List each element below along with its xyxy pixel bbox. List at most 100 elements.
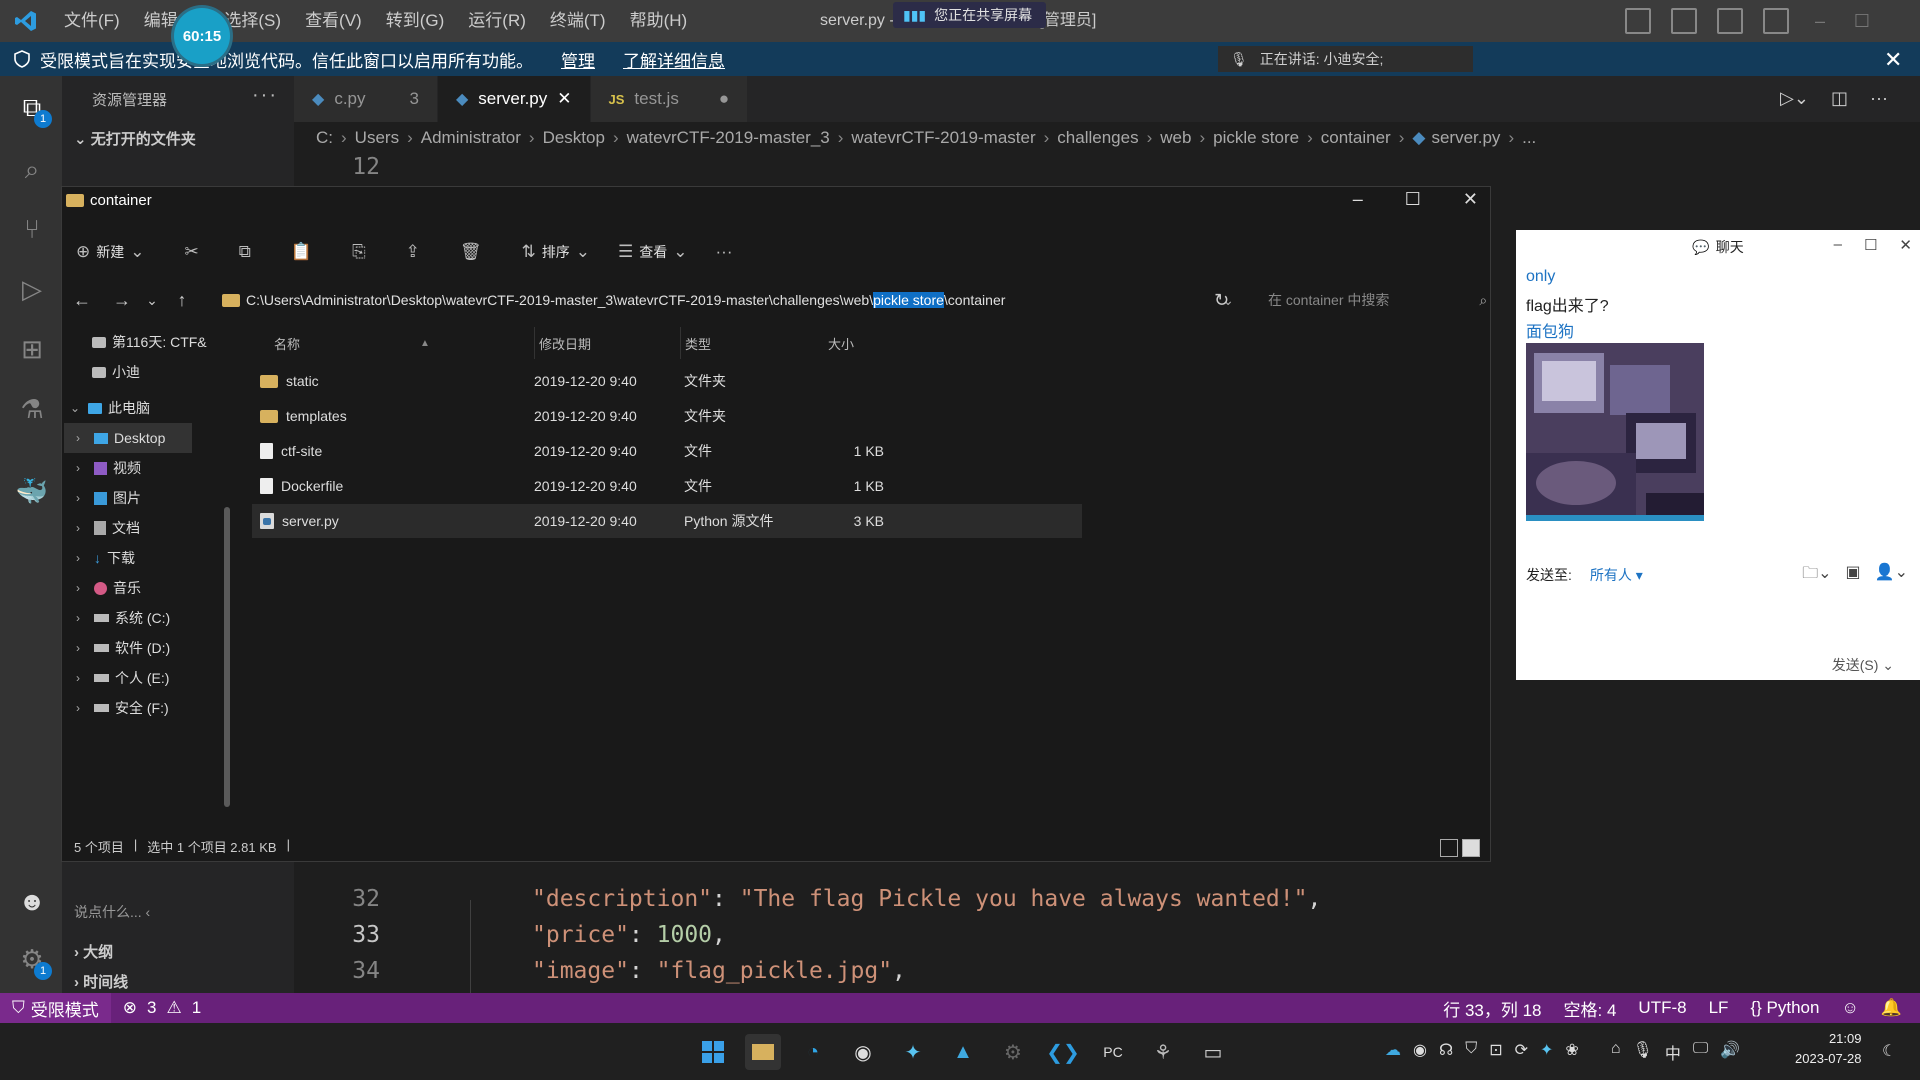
maximize-icon[interactable]: ☐: [1405, 189, 1421, 210]
column-header-type[interactable]: 类型: [680, 327, 711, 359]
tray-app-icon[interactable]: ◉: [1413, 1040, 1427, 1064]
source-control-icon[interactable]: ⑂: [15, 212, 49, 246]
column-header-date[interactable]: 修改日期: [534, 327, 591, 359]
minimize-icon[interactable]: –: [1353, 189, 1363, 210]
vscode-taskbar-icon[interactable]: ❮❯: [1045, 1034, 1081, 1070]
nav-item[interactable]: › 个人 (E:): [76, 663, 169, 693]
file-row-selected[interactable]: server.py 2019-12-20 9:40 Python 源文件 3 K…: [252, 504, 1082, 538]
ime-indicator[interactable]: 中: [1665, 1040, 1681, 1064]
breadcrumb-item[interactable]: watevrCTF-2019-master: [851, 128, 1035, 148]
unsaved-dot-icon[interactable]: ●: [719, 89, 729, 109]
more-actions-icon[interactable]: ···: [252, 84, 278, 107]
tray-app-icon[interactable]: ✦: [1540, 1040, 1553, 1064]
view-button[interactable]: ☰ 查看 ⌄: [604, 242, 702, 262]
chat-image-thumbnail[interactable]: [1526, 343, 1704, 521]
microphone-icon[interactable]: 🎙: [1633, 1040, 1653, 1064]
breadcrumb-item[interactable]: container: [1321, 128, 1391, 148]
menu-run[interactable]: 运行(R): [456, 0, 538, 42]
problems-status[interactable]: ⊗ 3 ⚠ 1: [111, 998, 213, 1018]
manage-link[interactable]: 管理: [561, 47, 595, 72]
column-header-size[interactable]: 大小: [828, 327, 854, 359]
indentation-status[interactable]: 空格: 4: [1564, 996, 1617, 1021]
edge-browser-icon[interactable]: ◔: [795, 1034, 831, 1070]
delete-icon[interactable]: 🗑: [446, 242, 496, 262]
menu-file[interactable]: 文件(F): [52, 0, 132, 42]
more-editor-actions-icon[interactable]: ···: [1870, 88, 1888, 109]
testing-icon[interactable]: ⚗: [15, 392, 49, 426]
recording-timer[interactable]: 60:15: [174, 8, 230, 64]
close-tab-icon[interactable]: ✕: [557, 89, 571, 109]
learn-more-link[interactable]: 了解详细信息: [623, 47, 725, 72]
sort-button[interactable]: ⇅ 排序 ⌄: [508, 242, 605, 262]
nav-scrollbar[interactable]: [224, 507, 230, 807]
tray-app-icon[interactable]: ☁: [1385, 1040, 1401, 1064]
screenshot-icon[interactable]: ▣: [1846, 562, 1861, 589]
close-banner-icon[interactable]: ✕: [1884, 47, 1902, 73]
large-icons-view-icon[interactable]: [1462, 839, 1480, 857]
nav-item[interactable]: › 软件 (D:): [76, 633, 170, 663]
code-line[interactable]: "description": "The flag Pickle you have…: [532, 886, 1321, 912]
forward-arrow-icon[interactable]: →: [102, 290, 142, 311]
file-row[interactable]: ctf-site 2019-12-20 9:40 文件 1 KB: [252, 434, 1082, 468]
encoding-status[interactable]: UTF-8: [1638, 998, 1686, 1018]
cut-icon[interactable]: ✂: [171, 242, 213, 262]
tray-app-icon[interactable]: ⟳: [1515, 1040, 1528, 1064]
send-button[interactable]: 发送(S) ⌄: [1832, 655, 1894, 675]
explorer-search-input[interactable]: 在 container 中搜索 ⌕: [1260, 283, 1488, 317]
address-bar[interactable]: C:\Users\Administrator\Desktop\watevrCTF…: [214, 283, 1234, 317]
recent-locations-icon[interactable]: ⌄: [142, 292, 162, 309]
tab-server-py[interactable]: ◆ server.py ✕: [437, 76, 591, 122]
terminal-app-icon[interactable]: ▭: [1195, 1034, 1231, 1070]
no-folder-section[interactable]: ⌄ 无打开的文件夹: [74, 128, 196, 149]
docker-icon[interactable]: 🐳: [15, 474, 49, 508]
chat-input[interactable]: [1526, 594, 1906, 644]
system-clock[interactable]: 21:09 2023-07-28: [1795, 1029, 1862, 1069]
screen-share-indicator[interactable]: ▮▮▮ 您正在共享屏幕: [893, 2, 1047, 28]
chat-input-placeholder[interactable]: 说点什么... ‹: [74, 902, 150, 922]
tray-app-icon[interactable]: ☊: [1439, 1040, 1453, 1064]
up-arrow-icon[interactable]: ↑: [162, 290, 202, 311]
search-icon[interactable]: ⌕: [15, 152, 49, 186]
close-icon[interactable]: ✕: [1899, 236, 1912, 254]
cursor-position[interactable]: 行 33，列 18: [1443, 996, 1541, 1021]
network-icon[interactable]: 🖵: [1693, 1040, 1708, 1064]
file-row[interactable]: templates 2019-12-20 9:40 文件夹: [252, 399, 1082, 433]
nav-item[interactable]: › 安全 (F:): [76, 693, 169, 723]
paste-icon[interactable]: 📋: [277, 242, 326, 262]
accounts-icon[interactable]: ☻: [15, 884, 49, 918]
extensions-icon[interactable]: ⊞: [15, 332, 49, 366]
nav-item[interactable]: 小迪: [92, 357, 140, 387]
tray-app-icon[interactable]: ⊡: [1489, 1040, 1502, 1064]
nav-item[interactable]: 第116天: CTF&: [92, 327, 207, 357]
participants-icon[interactable]: 👤⌄: [1875, 562, 1908, 589]
send-to-select[interactable]: 所有人 ▾: [1590, 565, 1643, 585]
usb-icon[interactable]: ⌂: [1611, 1040, 1621, 1064]
attach-file-icon[interactable]: 🗀⌄: [1802, 562, 1831, 589]
tray-app-icon[interactable]: ❀: [1565, 1040, 1578, 1064]
breadcrumb-item[interactable]: ...: [1522, 128, 1536, 148]
tab-c-py[interactable]: ◆ c.py 3: [294, 76, 438, 122]
toggle-sidebar-icon[interactable]: [1625, 8, 1651, 34]
eol-status[interactable]: LF: [1709, 998, 1729, 1018]
breadcrumb-item[interactable]: C:: [316, 128, 333, 148]
menu-help[interactable]: 帮助(H): [618, 0, 700, 42]
details-view-icon[interactable]: [1440, 839, 1458, 857]
breadcrumb-item[interactable]: Users: [355, 128, 399, 148]
file-explorer-taskbar-icon[interactable]: [745, 1034, 781, 1070]
breadcrumb-item[interactable]: pickle store: [1213, 128, 1299, 148]
customize-layout-icon[interactable]: [1763, 8, 1789, 34]
tab-test-js[interactable]: JS test.js ●: [590, 76, 749, 122]
minimize-icon[interactable]: –: [1834, 236, 1842, 254]
new-button[interactable]: ⊕ 新建 ⌄: [62, 242, 159, 262]
rename-icon[interactable]: ⎘: [338, 242, 380, 262]
start-icon[interactable]: [695, 1034, 731, 1070]
see-more-icon[interactable]: ···: [702, 242, 747, 262]
back-arrow-icon[interactable]: ←: [62, 290, 102, 311]
tool-app-icon[interactable]: ⚘: [1145, 1034, 1181, 1070]
minimize-icon[interactable]: –: [1809, 8, 1831, 34]
copy-icon[interactable]: ⧉: [225, 242, 265, 262]
nav-item[interactable]: › ↓ 下载: [76, 543, 135, 573]
breadcrumb-item[interactable]: watevrCTF-2019-master_3: [627, 128, 830, 148]
notifications-bell-icon[interactable]: 🔔: [1881, 998, 1902, 1018]
nav-item[interactable]: › 视频: [76, 453, 141, 483]
